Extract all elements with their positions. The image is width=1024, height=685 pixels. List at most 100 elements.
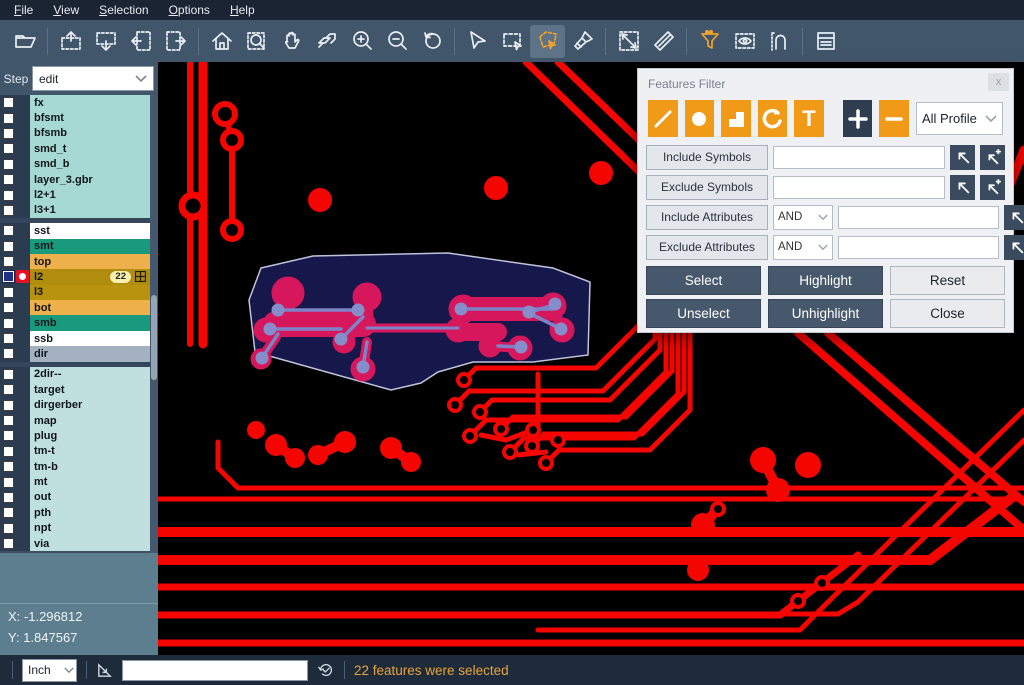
layer-visibility-checkbox[interactable] bbox=[3, 318, 14, 329]
layer-row[interactable]: l3 bbox=[0, 285, 158, 300]
scrollbar-thumb[interactable] bbox=[151, 295, 157, 380]
zoom-out-icon[interactable] bbox=[379, 25, 414, 58]
unselect-button[interactable]: Unselect bbox=[646, 299, 761, 328]
include-symbols-input[interactable] bbox=[773, 146, 945, 169]
layer-visibility-checkbox[interactable] bbox=[3, 97, 14, 108]
remove-mode-button[interactable] bbox=[879, 100, 909, 137]
zoom-window-icon[interactable] bbox=[239, 25, 274, 58]
snap-magnet-icon[interactable] bbox=[762, 25, 797, 58]
layer-visibility-checkbox[interactable] bbox=[3, 302, 14, 313]
layer-row[interactable]: smt bbox=[0, 239, 158, 254]
menu-options[interactable]: Options bbox=[159, 1, 220, 19]
pan-left-icon[interactable] bbox=[123, 25, 158, 58]
highlight-button[interactable]: Highlight bbox=[768, 266, 883, 295]
layer-visibility-checkbox[interactable] bbox=[3, 369, 14, 380]
text-feature-button[interactable]: T bbox=[794, 100, 824, 137]
clear-brush-icon[interactable] bbox=[565, 25, 600, 58]
arc-feature-button[interactable] bbox=[758, 100, 788, 137]
snap-angle-icon[interactable] bbox=[96, 662, 113, 679]
refresh-check-icon[interactable] bbox=[317, 661, 335, 679]
layer-row[interactable]: tm-t bbox=[0, 444, 158, 459]
pan-hand-icon[interactable] bbox=[274, 25, 309, 58]
layer-visibility-checkbox[interactable] bbox=[3, 477, 14, 488]
layer-row[interactable]: pth bbox=[0, 505, 158, 520]
unit-dropdown[interactable]: Inch bbox=[22, 659, 77, 682]
features-filter-icon[interactable] bbox=[692, 25, 727, 58]
layer-row[interactable]: npt bbox=[0, 521, 158, 536]
layer-visibility-checkbox[interactable] bbox=[3, 430, 14, 441]
layer-row[interactable]: mt bbox=[0, 474, 158, 489]
layer-visibility-checkbox[interactable] bbox=[3, 128, 14, 139]
exclude-attributes-operator-dropdown[interactable]: AND bbox=[773, 235, 833, 260]
layer-visibility-checkbox[interactable] bbox=[3, 205, 14, 216]
pan-right-icon[interactable] bbox=[158, 25, 193, 58]
layer-visibility-checkbox[interactable] bbox=[3, 174, 14, 185]
menu-selection[interactable]: Selection bbox=[89, 1, 158, 19]
surface-feature-button[interactable] bbox=[721, 100, 751, 137]
pick-attribute-button[interactable] bbox=[1004, 205, 1024, 230]
layer-visibility-checkbox[interactable] bbox=[3, 225, 14, 236]
layer-visibility-checkbox[interactable] bbox=[3, 287, 14, 298]
layer-visibility-checkbox[interactable] bbox=[3, 333, 14, 344]
include-symbols-button[interactable]: Include Symbols bbox=[646, 145, 768, 170]
features-table-icon[interactable] bbox=[135, 271, 146, 282]
home-view-icon[interactable] bbox=[204, 25, 239, 58]
exclude-symbols-input[interactable] bbox=[773, 176, 945, 199]
exclude-symbols-button[interactable]: Exclude Symbols bbox=[646, 175, 768, 200]
layer-row[interactable]: bfsmt bbox=[0, 110, 158, 125]
reset-button[interactable]: Reset bbox=[890, 266, 1005, 295]
layer-visibility-checkbox[interactable] bbox=[3, 400, 14, 411]
include-attributes-operator-dropdown[interactable]: AND bbox=[773, 205, 833, 230]
layer-row[interactable]: top bbox=[0, 254, 158, 269]
layer-row[interactable]: bfsmb bbox=[0, 126, 158, 141]
layer-row[interactable]: out bbox=[0, 490, 158, 505]
layer-visibility-checkbox[interactable] bbox=[3, 461, 14, 472]
ruler-icon[interactable] bbox=[646, 25, 681, 58]
layer-row[interactable]: layer_3.gbr bbox=[0, 172, 158, 187]
layer-row[interactable]: dir bbox=[0, 346, 158, 361]
line-feature-button[interactable] bbox=[648, 100, 678, 137]
report-list-icon[interactable] bbox=[808, 25, 843, 58]
rectangle-select-icon[interactable] bbox=[495, 25, 530, 58]
layer-row[interactable]: sst bbox=[0, 223, 158, 238]
pick-symbol-button[interactable] bbox=[950, 175, 975, 200]
exclude-attributes-input[interactable] bbox=[838, 236, 999, 259]
layer-visibility-checkbox[interactable] bbox=[3, 348, 14, 359]
step-dropdown[interactable]: edit bbox=[32, 66, 154, 91]
pick-add-symbol-button[interactable] bbox=[980, 145, 1005, 170]
close-icon[interactable]: x bbox=[988, 73, 1009, 91]
layer-visibility-checkbox[interactable] bbox=[3, 159, 14, 170]
view-options-icon[interactable] bbox=[727, 25, 762, 58]
layer-row[interactable]: smd_b bbox=[0, 157, 158, 172]
layer-row[interactable]: ssb bbox=[0, 331, 158, 346]
layer-row[interactable]: dirgerber bbox=[0, 397, 158, 412]
layer-visibility-checkbox[interactable] bbox=[3, 143, 14, 154]
pick-attribute-button[interactable] bbox=[1004, 235, 1024, 260]
layer-visibility-checkbox[interactable] bbox=[3, 523, 14, 534]
command-input[interactable] bbox=[122, 660, 308, 681]
select-button[interactable]: Select bbox=[646, 266, 761, 295]
layer-row[interactable]: target bbox=[0, 382, 158, 397]
measure-line-icon[interactable] bbox=[611, 25, 646, 58]
layer-visibility-checkbox[interactable] bbox=[3, 492, 14, 503]
layer-row[interactable]: tm-b bbox=[0, 459, 158, 474]
layer-row[interactable]: bot bbox=[0, 300, 158, 315]
dialog-title-bar[interactable]: Features Filter bbox=[638, 69, 1013, 96]
layer-visibility-checkbox[interactable] bbox=[3, 271, 14, 282]
layer-row[interactable]: fx bbox=[0, 95, 158, 110]
exclude-attributes-button[interactable]: Exclude Attributes bbox=[646, 235, 768, 260]
layer-list-scrollbar[interactable] bbox=[150, 95, 158, 553]
include-attributes-input[interactable] bbox=[838, 206, 999, 229]
zoom-previous-icon[interactable] bbox=[414, 25, 449, 58]
unhighlight-button[interactable]: Unhighlight bbox=[768, 299, 883, 328]
close-button[interactable]: Close bbox=[890, 299, 1005, 328]
polygon-select-icon[interactable] bbox=[530, 25, 565, 58]
zoom-in-icon[interactable] bbox=[344, 25, 379, 58]
layer-row[interactable]: 2dir-- bbox=[0, 367, 158, 382]
layer-row[interactable]: l2+1 bbox=[0, 187, 158, 202]
menu-help[interactable]: Help bbox=[220, 1, 265, 19]
pan-down-icon[interactable] bbox=[88, 25, 123, 58]
layer-visibility-checkbox[interactable] bbox=[3, 190, 14, 201]
menu-view[interactable]: View bbox=[43, 1, 89, 19]
pick-symbol-button[interactable] bbox=[950, 145, 975, 170]
